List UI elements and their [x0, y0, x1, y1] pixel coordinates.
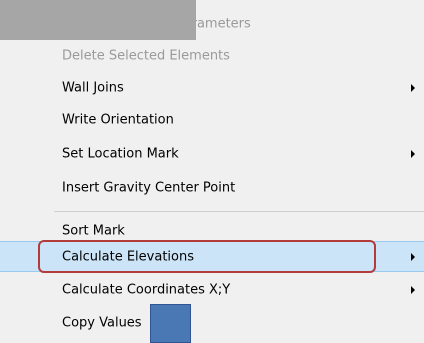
menu-item-label: Insert Gravity Center Point	[62, 180, 236, 196]
menu-item-insert-gravity-center-point[interactable]: Insert Gravity Center Point	[0, 172, 424, 204]
menu-item-delete-selected-elements: Delete Selected Elements	[0, 40, 424, 72]
menu-item-label: Calculate Coordinates X;Y	[62, 282, 231, 298]
menu-item-set-location-mark[interactable]: Set Location Mark	[0, 138, 424, 170]
submenu-arrow-icon	[411, 84, 415, 92]
menu-separator	[54, 211, 424, 212]
menu-item-label: Wall Joins	[62, 80, 124, 96]
context-menu: Change Selected Parameters Delete Select…	[0, 0, 424, 343]
menu-item-label: Write Orientation	[62, 112, 174, 128]
menu-item-wall-joins[interactable]: Wall Joins	[0, 72, 424, 104]
blue-overlay-square	[150, 304, 191, 343]
menu-item-calculate-coordinates[interactable]: Calculate Coordinates X;Y	[0, 274, 424, 306]
menu-item-label: Set Location Mark	[62, 146, 179, 162]
submenu-arrow-icon	[411, 252, 415, 261]
submenu-arrow-icon	[411, 286, 415, 294]
menu-item-label: Copy Values	[62, 315, 142, 331]
annotation-highlight-box	[38, 240, 376, 273]
grey-overlay-block	[0, 0, 196, 40]
menu-item-label: Sort Mark	[62, 223, 125, 239]
menu-item-label: Delete Selected Elements	[62, 48, 230, 64]
menu-item-copy-values[interactable]: Copy Values	[0, 307, 424, 339]
submenu-arrow-icon	[411, 150, 415, 158]
menu-item-write-orientation[interactable]: Write Orientation	[0, 104, 424, 136]
